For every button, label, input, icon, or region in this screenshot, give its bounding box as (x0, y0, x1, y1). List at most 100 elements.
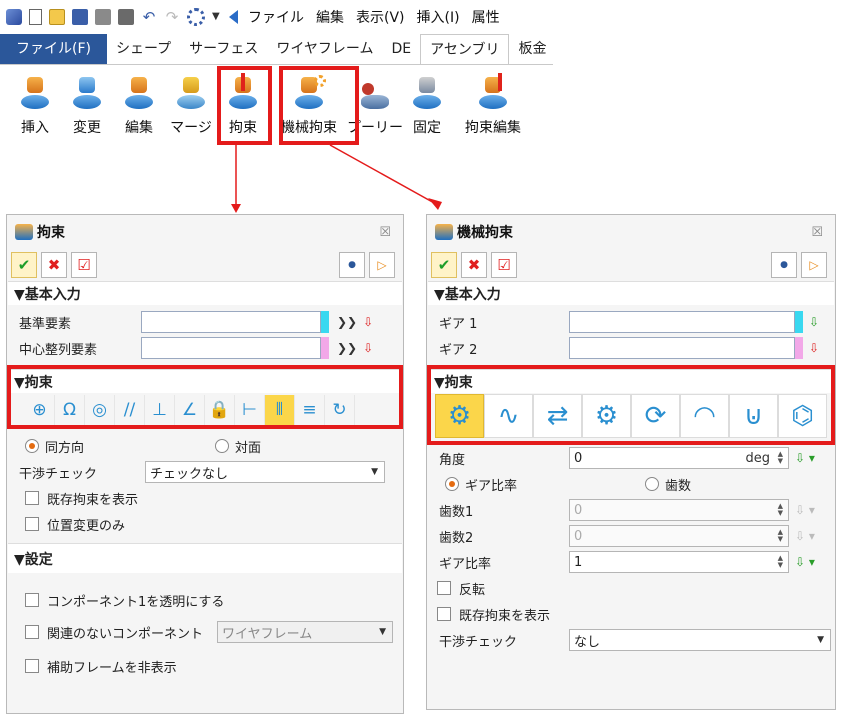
teeth-radio[interactable] (645, 477, 659, 491)
teeth1-value: 0 (574, 502, 583, 518)
new-file-icon[interactable] (29, 9, 42, 25)
gear1-field[interactable] (569, 311, 795, 333)
pick-arrow-icon[interactable]: ⇩ (809, 341, 819, 355)
gear-ratio-radio[interactable] (445, 477, 459, 491)
menu-file[interactable]: ファイル (248, 7, 304, 27)
edit-constraint-label: 拘束編集 (465, 120, 521, 136)
menu-view[interactable]: 表示(V) (356, 7, 405, 27)
ok-check-icon[interactable]: ✔ (11, 252, 37, 278)
angle-input[interactable]: 0 deg ▲ ▼ (569, 447, 789, 469)
redo-icon[interactable]: ↷ (164, 9, 180, 25)
print-icon[interactable] (95, 9, 111, 25)
constraint-highlight-box (217, 66, 272, 145)
tab-sheetmetal[interactable]: 板金 (509, 34, 555, 64)
info-icon[interactable]: ● (339, 252, 365, 278)
show-existing-checkbox[interactable] (437, 607, 451, 621)
cancel-x-icon[interactable]: ✖ (461, 252, 487, 278)
interference-select[interactable]: なし ▼ (569, 629, 831, 651)
hide-frame-checkbox[interactable] (25, 659, 39, 673)
merge-button[interactable]: マージ (166, 65, 216, 141)
show-existing-checkbox[interactable] (25, 491, 39, 505)
teeth1-input[interactable]: 0 ▲ ▼ (569, 499, 789, 521)
gear2-field[interactable] (569, 337, 795, 359)
apply-icon[interactable]: ☑ (71, 252, 97, 278)
close-icon[interactable]: ☒ (379, 225, 391, 240)
constraint-action-bar: ✔ ✖ ☑ ● ▷ (7, 249, 403, 281)
center-align-field[interactable] (141, 337, 321, 359)
insert-button[interactable]: 挿入 (10, 65, 60, 141)
edit-constraint-button[interactable]: 拘束編集 (454, 65, 532, 141)
cancel-x-icon[interactable]: ✖ (41, 252, 67, 278)
modify-button[interactable]: 変更 (62, 65, 112, 141)
reverse-label: 反転 (459, 582, 486, 598)
edit-button[interactable]: 編集 (114, 65, 164, 141)
interference-value: チェックなし (150, 466, 229, 482)
menu-edit[interactable]: 編集 (316, 7, 344, 27)
print-preview-icon[interactable] (118, 9, 134, 25)
tab-wireframe[interactable]: ワイヤフレーム (267, 34, 382, 64)
menu-attribute[interactable]: 属性 (472, 7, 500, 27)
quick-access-toolbar: ↶ ↷ ▼ ファイル 編集 表示(V) 挿入(I) 属性 (0, 0, 553, 34)
gear2-color-strip (795, 337, 803, 359)
pick-arrow-icon[interactable]: ⇩ (363, 341, 373, 355)
unrelated-checkbox[interactable] (25, 625, 39, 639)
settings-section[interactable]: ▼設定 (8, 543, 402, 573)
open-folder-icon[interactable] (49, 9, 65, 25)
constraint-panel-title: 拘束 ☒ (7, 215, 403, 249)
info-icon[interactable]: ● (771, 252, 797, 278)
reference-element-field[interactable] (141, 311, 321, 333)
next-icon[interactable]: ▷ (801, 252, 827, 278)
pick-arrow-icon[interactable]: ⇩ ▾ (795, 529, 815, 543)
fix-button[interactable]: 固定 (402, 65, 452, 141)
spinner-icon[interactable]: ▲ ▼ (778, 503, 783, 517)
pick-arrow-icon[interactable]: ⇩ ▾ (795, 451, 815, 465)
interference-value: なし (574, 634, 601, 650)
center-align-row: 中心整列要素 ❯❯ ⇩ (7, 335, 403, 361)
pick-arrow-icon[interactable]: ⇩ ▾ (795, 503, 815, 517)
ratio-input[interactable]: 1 ▲ ▼ (569, 551, 789, 573)
position-only-checkbox[interactable] (25, 517, 39, 531)
constraint-panel: 拘束 ☒ ✔ ✖ ☑ ● ▷ ▼基本入力 基準要素 ❯❯ ⇩ 中心整列要素 ❯❯… (6, 214, 404, 714)
constraint-panel-title-text: 拘束 (37, 225, 65, 241)
unrelated-select[interactable]: ワイヤフレーム ▼ (217, 621, 393, 643)
interference-select[interactable]: チェックなし ▼ (145, 461, 385, 483)
basic-input-section[interactable]: ▼基本入力 (8, 281, 402, 305)
mechanical-panel-title-text: 機械拘束 (457, 225, 513, 241)
transparent-checkbox[interactable] (25, 593, 39, 607)
mechanical-panel-title: 機械拘束 ☒ (427, 215, 835, 249)
angle-label: 角度 (439, 452, 466, 468)
spinner-icon[interactable]: ▲ ▼ (778, 529, 783, 543)
tab-de[interactable]: DE (383, 34, 421, 64)
tab-assembly[interactable]: アセンブリ (420, 34, 510, 64)
direction-row: 同方向 対面 (7, 433, 403, 459)
reverse-checkbox[interactable] (437, 581, 451, 595)
regenerate-icon[interactable] (187, 8, 205, 26)
pick-arrow-icon[interactable]: ⇩ ▾ (795, 555, 815, 569)
expand-double-chevron-icon[interactable]: ❯❯ (337, 315, 357, 329)
ok-check-icon[interactable]: ✔ (431, 252, 457, 278)
mechanical-constraint-highlight-box (279, 66, 359, 145)
next-icon[interactable]: ▷ (369, 252, 395, 278)
undo-icon[interactable]: ↶ (141, 9, 157, 25)
expand-double-chevron-icon[interactable]: ❯❯ (337, 341, 357, 355)
qat-dropdown-icon[interactable]: ▼ (212, 9, 222, 25)
angle-value: 0 (574, 450, 583, 466)
tab-file[interactable]: ファイル(F) (0, 34, 107, 64)
teeth2-input[interactable]: 0 ▲ ▼ (569, 525, 789, 547)
basic-input-section[interactable]: ▼基本入力 (428, 281, 834, 305)
pick-arrow-icon[interactable]: ⇩ (809, 315, 819, 329)
close-icon[interactable]: ☒ (811, 225, 823, 240)
opposite-radio[interactable] (215, 439, 229, 453)
back-arrow-icon[interactable] (229, 10, 238, 24)
teeth2-value: 0 (574, 528, 583, 544)
show-existing-row: 既存拘束を表示 (7, 485, 403, 511)
menu-insert[interactable]: 挿入(I) (417, 7, 460, 27)
pick-arrow-icon[interactable]: ⇩ (363, 315, 373, 329)
spinner-icon[interactable]: ▲ ▼ (778, 451, 783, 465)
tab-shape[interactable]: シェープ (107, 34, 180, 64)
spinner-icon[interactable]: ▲ ▼ (778, 555, 783, 569)
tab-surface[interactable]: サーフェス (180, 34, 267, 64)
save-icon[interactable] (72, 9, 88, 25)
apply-icon[interactable]: ☑ (491, 252, 517, 278)
same-direction-radio[interactable] (25, 439, 39, 453)
